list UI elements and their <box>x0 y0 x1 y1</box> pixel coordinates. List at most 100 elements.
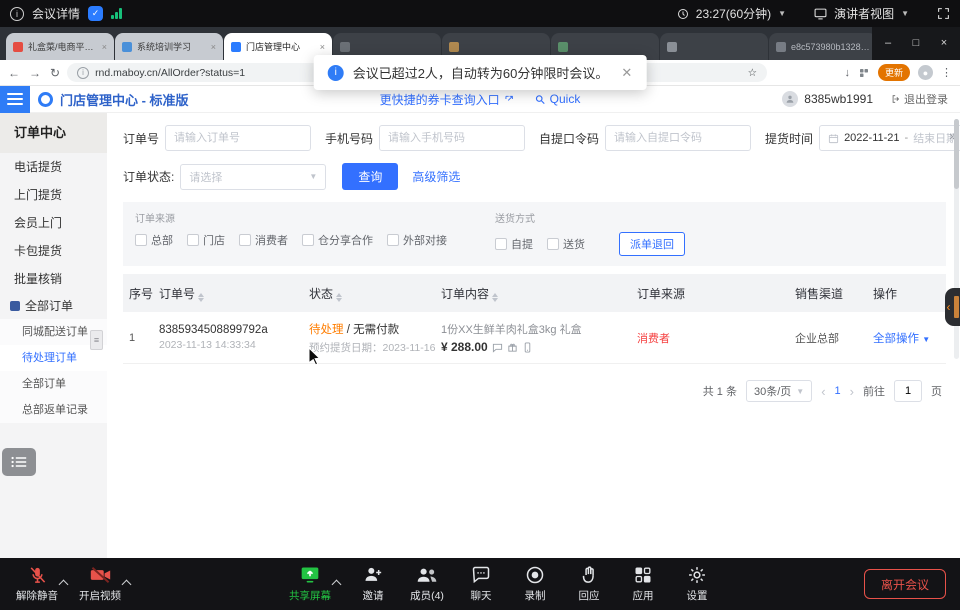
header-order-no[interactable]: 订单号 <box>159 285 309 302</box>
message-icon[interactable] <box>492 342 503 353</box>
header-content[interactable]: 订单内容 <box>441 285 637 302</box>
close-window-button[interactable]: × <box>930 27 958 60</box>
checkbox-source-external[interactable]: 外部对接 <box>387 232 447 248</box>
sidebar-drag-handle[interactable]: ≡ <box>90 330 103 350</box>
refresh-button[interactable]: ↻ <box>50 66 60 80</box>
sidebar-item-all-orders[interactable]: 全部订单 <box>0 293 107 319</box>
order-status-select[interactable]: 请选择▼ <box>180 164 326 190</box>
dispatch-return-button[interactable]: 派单退回 <box>619 232 685 256</box>
checkbox-icon <box>387 234 399 246</box>
security-shield-icon[interactable]: ✓ <box>88 6 103 21</box>
sidebar-item-card-pickup[interactable]: 卡包提货 <box>0 237 107 265</box>
pickup-code-input[interactable] <box>605 125 751 151</box>
timer-dropdown-icon[interactable]: ▼ <box>778 9 786 18</box>
date-range-picker[interactable]: 2022-11-21 - 结束日期 <box>819 125 960 151</box>
view-mode-label[interactable]: 演讲者视图 <box>834 5 894 22</box>
browser-tab[interactable]: e8c573980b1328a258fd2e6 <box>769 33 877 60</box>
gift-icon[interactable] <box>507 342 518 353</box>
view-dropdown-icon[interactable]: ▼ <box>901 9 909 18</box>
sidebar-subitem-all-orders[interactable]: 全部订单 <box>0 371 107 397</box>
browser-menu-icon[interactable]: ⋮ <box>941 66 952 79</box>
header-status[interactable]: 状态 <box>309 285 441 302</box>
order-source-badge: 消费者 <box>637 333 670 345</box>
checkbox-source-consumer[interactable]: 消费者 <box>239 232 288 248</box>
next-page-button[interactable]: › <box>850 384 854 399</box>
settings-button[interactable]: 设置 <box>670 565 724 603</box>
site-info-icon[interactable]: i <box>77 67 89 79</box>
phone-input[interactable] <box>379 125 525 151</box>
current-page[interactable]: 1 <box>835 385 841 397</box>
tab-close-icon[interactable]: × <box>320 42 325 52</box>
username[interactable]: 8385wb1991 <box>804 92 873 106</box>
checkbox-source-store[interactable]: 门店 <box>187 232 225 248</box>
sidebar-item-batch-verify[interactable]: 批量核销 <box>0 265 107 293</box>
sort-icon[interactable] <box>198 293 204 302</box>
maximize-button[interactable]: □ <box>902 27 930 60</box>
quick-search-link[interactable]: Quick <box>535 92 581 106</box>
chat-button[interactable]: 聊天 <box>454 565 508 603</box>
sales-channel: 企业总部 <box>795 330 873 346</box>
all-actions-dropdown[interactable]: 全部操作 ▼ <box>873 333 930 345</box>
minimize-button[interactable]: – <box>874 27 902 60</box>
share-screen-button[interactable]: 共享屏幕 <box>283 565 337 603</box>
checkbox-icon <box>302 234 314 246</box>
prev-page-button[interactable]: ‹ <box>821 384 825 399</box>
browser-update-button[interactable]: 更新 <box>878 64 910 81</box>
record-icon <box>525 565 545 585</box>
toast-close-icon[interactable]: ✕ <box>621 65 632 81</box>
browser-tab[interactable] <box>660 33 768 60</box>
record-button[interactable]: 录制 <box>508 565 562 603</box>
meeting-timer[interactable]: 23:27(60分钟) <box>696 5 771 22</box>
goto-label: 前往 <box>863 383 885 399</box>
checkbox-source-warehouse[interactable]: 仓分享合作 <box>302 232 373 248</box>
unmute-button[interactable]: 解除静音 <box>10 565 64 603</box>
hamburger-menu-button[interactable] <box>0 86 30 113</box>
sort-icon[interactable] <box>336 293 342 302</box>
calendar-icon <box>828 133 839 144</box>
phone-icon[interactable] <box>522 342 533 353</box>
tab-close-icon[interactable]: × <box>211 42 216 52</box>
back-button[interactable]: ← <box>8 66 20 80</box>
scrollbar-thumb[interactable] <box>954 119 959 189</box>
page-size-select[interactable]: 30条/页▼ <box>746 380 812 402</box>
url-text: rnd.maboy.cn/AllOrder?status=1 <box>95 67 245 79</box>
goto-page-input[interactable] <box>894 380 922 402</box>
user-avatar-icon[interactable] <box>782 91 798 107</box>
fullscreen-icon[interactable] <box>937 7 950 20</box>
logout-button[interactable]: 退出登录 <box>891 91 948 107</box>
browser-profile-avatar[interactable]: ● <box>918 65 933 80</box>
download-icon[interactable]: ↓ <box>844 67 850 79</box>
select-chevron-icon: ▼ <box>796 387 804 396</box>
sort-icon[interactable] <box>492 293 498 302</box>
tab-close-icon[interactable]: × <box>102 42 107 52</box>
apps-button[interactable]: 应用 <box>616 565 670 603</box>
members-button[interactable]: 成员(4) <box>400 565 454 603</box>
sidebar-item-door-pickup[interactable]: 上门提货 <box>0 181 107 209</box>
bookmark-star-icon[interactable]: ☆ <box>748 67 757 79</box>
coupon-query-link[interactable]: 更快捷的券卡查询入口 <box>380 91 515 108</box>
forward-button[interactable]: → <box>29 66 41 80</box>
leave-meeting-button[interactable]: 离开会议 <box>864 569 946 599</box>
checkbox-source-hq[interactable]: 总部 <box>135 232 173 248</box>
meeting-details-label[interactable]: 会议详情 <box>32 5 80 22</box>
meeting-list-floating-button[interactable] <box>2 448 36 476</box>
advanced-filter-link[interactable]: 高级筛选 <box>412 168 460 185</box>
checkbox-self-pickup[interactable]: 自提 <box>495 236 533 252</box>
sidebar-item-phone-pickup[interactable]: 电话提货 <box>0 153 107 181</box>
order-no-input[interactable] <box>165 125 311 151</box>
members-icon <box>416 565 438 585</box>
start-video-button[interactable]: 开启视频 <box>73 565 127 603</box>
side-panel-toggle[interactable]: ‹ <box>945 288 960 326</box>
reactions-button[interactable]: 回应 <box>562 565 616 603</box>
browser-tab[interactable]: 礼盒菜/电商平台管理中心× <box>6 33 114 60</box>
tab-favicon <box>13 42 23 52</box>
search-button[interactable]: 查询 <box>342 163 398 190</box>
extensions-icon[interactable] <box>858 67 870 79</box>
checkbox-delivery[interactable]: 送货 <box>547 236 585 252</box>
invite-button[interactable]: 邀请 <box>346 565 400 603</box>
sidebar-subitem-hq-return-records[interactable]: 总部返单记录 <box>0 397 107 423</box>
browser-tab[interactable]: 系统培训学习× <box>115 33 223 60</box>
meeting-info-icon[interactable]: i <box>10 7 24 21</box>
sidebar-item-member-visit[interactable]: 会员上门 <box>0 209 107 237</box>
order-number[interactable]: 8385934508899792a <box>159 324 309 336</box>
